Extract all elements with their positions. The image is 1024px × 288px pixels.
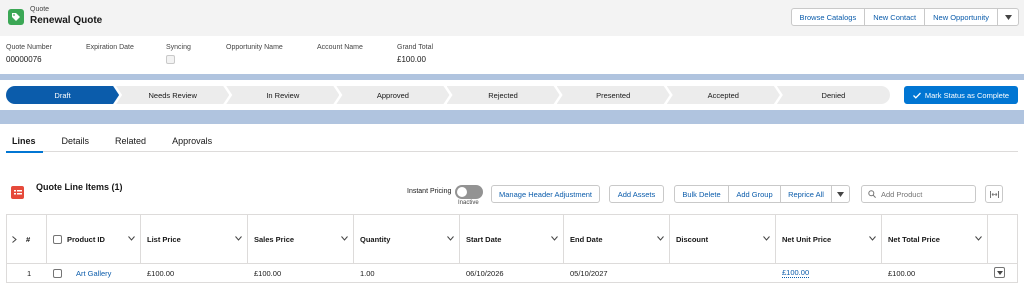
- field-opportunity-name: Opportunity Name: [226, 44, 283, 51]
- chevron-down-icon[interactable]: [975, 236, 982, 241]
- col-discount[interactable]: Discount: [670, 215, 776, 263]
- net-total-price-cell: £100.00: [888, 268, 916, 278]
- net-unit-price-cell: £100.00: [776, 264, 882, 282]
- chevron-down-icon: [837, 191, 844, 197]
- tab-approvals[interactable]: Approvals: [159, 130, 225, 152]
- more-line-actions-button[interactable]: [831, 185, 850, 203]
- path-stage-in-review[interactable]: In Review: [226, 86, 339, 104]
- row-actions-cell: [988, 264, 1017, 282]
- related-list-title: Quote Line Items (1): [36, 182, 123, 192]
- quote-tag-icon: [8, 9, 24, 25]
- discount-cell[interactable]: [670, 264, 776, 282]
- table-row: 1 Art Gallery £100.00 £100.00 1.00 06/10…: [7, 264, 1017, 282]
- path-stage-needs-review[interactable]: Needs Review: [116, 86, 229, 104]
- instant-pricing-state: Inactive: [458, 200, 479, 206]
- instant-pricing-label: Instant Pricing: [407, 188, 452, 195]
- add-group-button[interactable]: Add Group: [728, 185, 781, 203]
- field-account-name: Account Name: [317, 44, 363, 51]
- quote-line-items-icon: [11, 186, 24, 199]
- field-grand-total: Grand Total £100.00: [397, 44, 434, 64]
- browse-catalogs-button[interactable]: Browse Catalogs: [790, 8, 866, 26]
- col-end-date[interactable]: End Date: [564, 215, 670, 263]
- quantity-cell[interactable]: 1.00: [354, 264, 460, 282]
- quote-lines-grid: # Product ID List Price Sales Price Quan…: [6, 214, 1018, 283]
- col-list-price[interactable]: List Price: [141, 215, 248, 263]
- column-resize-button[interactable]: [985, 185, 1003, 203]
- field-expiration-date: Expiration Date: [86, 44, 134, 51]
- add-assets-button[interactable]: Add Assets: [609, 185, 664, 203]
- net-unit-price-link[interactable]: £100.00: [782, 268, 810, 278]
- col-start-date[interactable]: Start Date: [460, 215, 564, 263]
- product-cell: Art Gallery: [47, 264, 141, 282]
- col-quantity[interactable]: Quantity: [354, 215, 460, 263]
- grid-header: # Product ID List Price Sales Price Quan…: [7, 215, 1017, 264]
- start-date-cell[interactable]: 06/10/2026: [460, 264, 564, 282]
- main-content: Lines Details Related Approvals Quote Li…: [0, 124, 1024, 288]
- chevron-down-icon[interactable]: [657, 236, 664, 241]
- chevron-down-icon: [1004, 14, 1012, 20]
- select-all-checkbox[interactable]: [53, 234, 62, 244]
- checkmark-icon: [912, 92, 921, 99]
- status-path-bar: Draft Needs Review In Review Approved Re…: [0, 80, 1024, 110]
- list-price-cell: £100.00: [147, 268, 175, 278]
- search-icon: [868, 190, 876, 198]
- path-stage-accepted[interactable]: Accepted: [667, 86, 780, 104]
- path-stage-denied[interactable]: Denied: [776, 86, 890, 104]
- end-date-cell[interactable]: 05/10/2027: [564, 264, 670, 282]
- row-checkbox[interactable]: [53, 268, 62, 278]
- add-product-search: [861, 185, 976, 203]
- line-actions-group: Bulk Delete Add Group Reprice All: [674, 185, 850, 203]
- chevron-down-icon[interactable]: [235, 236, 242, 241]
- col-row-actions: [988, 215, 1017, 263]
- tab-lines[interactable]: Lines: [6, 130, 49, 153]
- col-product-id[interactable]: Product ID: [47, 215, 141, 263]
- new-contact-button[interactable]: New Contact: [864, 8, 926, 26]
- path-stage-presented[interactable]: Presented: [557, 86, 670, 104]
- header-actions: Browse Catalogs New Contact New Opportun…: [790, 8, 1019, 26]
- row-number: 1: [27, 268, 32, 278]
- sales-price-cell[interactable]: £100.00: [248, 264, 354, 282]
- manage-header-adjustment-button[interactable]: Manage Header Adjustment: [491, 185, 600, 203]
- instant-pricing-toggle[interactable]: [455, 185, 483, 199]
- chevron-down-icon[interactable]: [341, 236, 348, 241]
- expand-column: #: [7, 215, 47, 263]
- chevron-down-icon[interactable]: [869, 236, 876, 241]
- path-stage-draft[interactable]: Draft: [6, 86, 119, 104]
- product-link[interactable]: Art Gallery: [76, 269, 111, 278]
- field-syncing: Syncing: [166, 44, 191, 66]
- chevron-right-icon[interactable]: [12, 235, 17, 243]
- field-quote-number: Quote Number 00000076: [6, 44, 52, 64]
- object-type-label: Quote: [30, 6, 50, 13]
- tab-details[interactable]: Details: [49, 130, 103, 152]
- col-number: #: [26, 234, 31, 244]
- record-title: Renewal Quote: [30, 15, 103, 26]
- add-product-input[interactable]: [881, 189, 971, 199]
- column-width-icon: [989, 190, 999, 198]
- path-stage-rejected[interactable]: Rejected: [447, 86, 560, 104]
- col-net-total-price[interactable]: Net Total Price: [882, 215, 988, 263]
- tab-related[interactable]: Related: [102, 130, 159, 152]
- row-actions-button[interactable]: [994, 267, 1005, 278]
- record-header: Quote Renewal Quote Browse Catalogs New …: [0, 0, 1024, 74]
- chevron-down-icon[interactable]: [551, 236, 558, 241]
- mark-status-complete-button[interactable]: Mark Status as Complete: [904, 86, 1018, 104]
- col-net-unit-price[interactable]: Net Unit Price: [776, 215, 882, 263]
- path-stage-approved[interactable]: Approved: [336, 86, 449, 104]
- new-opportunity-button[interactable]: New Opportunity: [924, 8, 998, 26]
- status-path: Draft Needs Review In Review Approved Re…: [6, 86, 890, 104]
- syncing-checkbox: [166, 55, 175, 64]
- bulk-delete-button[interactable]: Bulk Delete: [674, 185, 729, 203]
- chevron-down-icon[interactable]: [447, 236, 454, 241]
- chevron-down-icon[interactable]: [128, 236, 135, 241]
- highlights-panel: Quote Number 00000076 Expiration Date Sy…: [0, 36, 1024, 74]
- chevron-down-icon: [996, 270, 1003, 275]
- more-actions-button[interactable]: [997, 8, 1019, 26]
- record-tabs: Lines Details Related Approvals: [6, 130, 1018, 153]
- col-sales-price[interactable]: Sales Price: [248, 215, 354, 263]
- chevron-down-icon[interactable]: [763, 236, 770, 241]
- reprice-all-button[interactable]: Reprice All: [780, 185, 832, 203]
